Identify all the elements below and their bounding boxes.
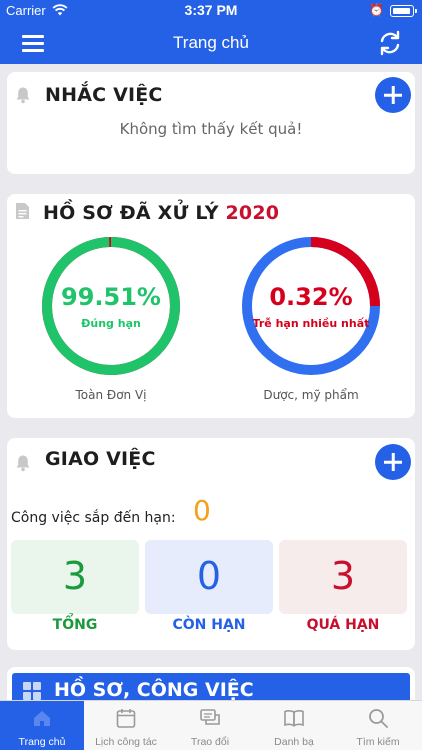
due-soon-label: Công việc sắp đến hạn: <box>11 510 176 526</box>
stat-overdue-value: 3 <box>330 554 356 598</box>
reminders-title: NHẮC VIỆC <box>45 84 163 106</box>
tab-home[interactable]: Trang chủ <box>0 701 84 750</box>
records-tasks-title: HỒ SƠ, CÔNG VIỆC <box>54 679 254 701</box>
due-soon-count[interactable]: 0 <box>193 494 211 527</box>
on-time-donut-chart: 99.51% Đúng hạn <box>40 235 182 377</box>
reminders-card: NHẮC VIỆC Không tìm thấy kết quả! <box>7 72 415 174</box>
tab-search[interactable]: Tìm kiếm <box>336 701 420 750</box>
status-bar: Carrier 3:37 PM ⏰ <box>0 0 422 22</box>
battery-icon <box>390 5 417 17</box>
home-icon <box>34 711 50 726</box>
chat-icon <box>200 709 220 725</box>
processed-records-title-text: HỒ SƠ ĐÃ XỬ LÝ <box>43 202 219 224</box>
processed-records-card: HỒ SƠ ĐÃ XỬ LÝ 2020 99.51% Đúng hạn Toàn… <box>7 194 415 418</box>
tab-contacts-label: Danh bạ <box>274 736 314 748</box>
calendar-icon <box>116 709 136 728</box>
late-donut-chart: 0.32% Trễ hạn nhiều nhất <box>240 235 382 377</box>
add-reminder-button[interactable] <box>375 77 411 113</box>
stat-active-label: CÒN HẠN <box>172 617 246 633</box>
tab-home-label: Trang chủ <box>18 736 66 748</box>
search-icon <box>369 709 388 728</box>
refresh-button[interactable] <box>376 29 404 57</box>
year-label: 2020 <box>225 202 280 224</box>
bell-icon <box>16 455 30 472</box>
tab-schedule-label: Lịch công tác <box>95 736 157 748</box>
late-caption: Dược, mỹ phẩm <box>263 388 359 402</box>
late-label: Trễ hạn nhiều nhất <box>252 317 370 330</box>
bell-icon <box>16 87 30 104</box>
stat-overdue-label: QUÁ HẠN <box>306 617 380 633</box>
stat-overdue-box[interactable]: 3 <box>279 540 407 614</box>
empty-message: Không tìm thấy kết quả! <box>119 120 303 138</box>
nav-bar: Trang chủ <box>0 22 422 64</box>
clock: 3:37 PM <box>184 2 238 18</box>
on-time-percent: 99.51% <box>61 283 161 311</box>
assign-tasks-card: GIAO VIỆC Công việc sắp đến hạn: 0 3 TỔN… <box>7 438 415 650</box>
stat-total-box[interactable]: 3 <box>11 540 139 614</box>
add-task-button[interactable] <box>375 444 411 480</box>
on-time-label: Đúng hạn <box>81 317 141 330</box>
tab-discussion[interactable]: Trao đổi <box>168 701 252 750</box>
assign-tasks-title: GIAO VIỆC <box>45 448 156 470</box>
alarm-icon: ⏰ <box>369 3 384 17</box>
late-percent: 0.32% <box>269 283 353 311</box>
document-icon <box>16 203 29 219</box>
tab-contacts[interactable]: Danh bạ <box>252 701 336 750</box>
grid-icon <box>23 682 41 700</box>
processed-records-title: HỒ SƠ ĐÃ XỬ LÝ 2020 <box>43 202 279 224</box>
on-time-caption: Toàn Đơn Vị <box>75 388 147 402</box>
stat-active-box[interactable]: 0 <box>145 540 273 614</box>
book-icon <box>284 710 304 727</box>
tab-discussion-label: Trao đổi <box>190 736 230 748</box>
tab-schedule[interactable]: Lịch công tác <box>84 701 168 750</box>
stat-total-value: 3 <box>62 554 88 598</box>
stat-active-value: 0 <box>196 554 222 598</box>
page-title: Trang chủ <box>173 33 249 52</box>
tab-bar: Trang chủ Lịch công tác Trao đổi Danh bạ <box>0 700 422 750</box>
stat-total-label: TỔNG <box>52 617 98 633</box>
tab-search-label: Tìm kiếm <box>356 736 400 748</box>
